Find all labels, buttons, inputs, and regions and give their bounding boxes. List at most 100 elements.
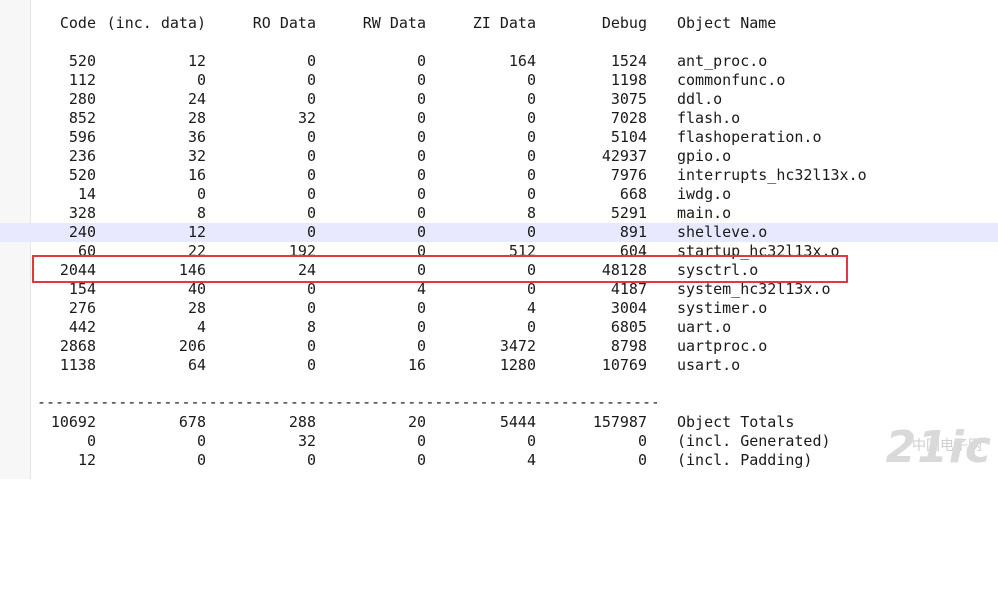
- cell-debug: 7028: [610, 109, 647, 127]
- cell-debug: 7976: [610, 166, 647, 184]
- cell-rw: 0: [416, 299, 426, 317]
- totals-row: 12 0 0 0 4 0 (incl. Padding): [0, 451, 998, 470]
- cell-inc: 16: [187, 166, 206, 184]
- cell-inc: 0: [196, 71, 206, 89]
- cell-rw: 0: [416, 451, 426, 469]
- cell-zi: 0: [526, 109, 536, 127]
- cell-inc: 64: [187, 356, 206, 374]
- cell-code: 240: [68, 223, 96, 241]
- cell-object-name: (incl. Padding): [677, 451, 813, 469]
- table-row-selected[interactable]: 240 12 0 0 0 891 shelleve.o: [0, 223, 998, 242]
- cell-rw: 0: [416, 223, 426, 241]
- cell-code: 328: [68, 204, 96, 222]
- table-row: 1138 64 0 16 1280 10769 usart.o: [0, 356, 998, 375]
- cell-ro: 0: [306, 185, 316, 203]
- cell-debug: 5104: [610, 128, 647, 146]
- table-row: 236 32 0 0 0 42937 gpio.o: [0, 147, 998, 166]
- cell-code: 12: [77, 451, 96, 469]
- cell-zi: 0: [526, 223, 536, 241]
- cell-inc: 0: [196, 185, 206, 203]
- table-row: 112 0 0 0 0 1198 commonfunc.o: [0, 71, 998, 90]
- cell-rw: 0: [416, 432, 426, 450]
- cell-ro: 0: [306, 71, 316, 89]
- cell-zi: 0: [526, 185, 536, 203]
- table-row: 280 24 0 0 0 3075 ddl.o: [0, 90, 998, 109]
- cell-rw: 0: [416, 109, 426, 127]
- cell-zi: 0: [526, 147, 536, 165]
- cell-code: 520: [68, 52, 96, 70]
- cell-ro: 0: [306, 337, 316, 355]
- col-zi-data: ZI Data: [472, 14, 536, 32]
- cell-inc: 0: [196, 451, 206, 469]
- cell-inc: 678: [178, 413, 206, 431]
- cell-ro: 8: [306, 318, 316, 336]
- cell-zi: 5444: [499, 413, 536, 431]
- cell-code: 10692: [50, 413, 96, 431]
- cell-code: 520: [68, 166, 96, 184]
- cell-object-name: uartproc.o: [677, 337, 768, 355]
- cell-object-name: flash.o: [677, 109, 741, 127]
- cell-inc: 32: [187, 147, 206, 165]
- cell-code: 596: [68, 128, 96, 146]
- cell-debug: 6805: [610, 318, 647, 336]
- cell-object-name: commonfunc.o: [677, 71, 786, 89]
- table-row: 520 12 0 0 164 1524 ant_proc.o: [0, 52, 998, 71]
- cell-rw: 0: [416, 71, 426, 89]
- col-debug: Debug: [601, 14, 647, 32]
- cell-object-name: ddl.o: [677, 90, 723, 108]
- col-rw-data: RW Data: [362, 14, 426, 32]
- cell-debug: 3004: [610, 299, 647, 317]
- cell-ro: 32: [297, 432, 316, 450]
- cell-rw: 16: [407, 356, 426, 374]
- cell-zi: 0: [526, 128, 536, 146]
- cell-debug: 1524: [610, 52, 647, 70]
- cell-object-name: gpio.o: [677, 147, 732, 165]
- col-inc-data: (inc. data): [106, 14, 206, 32]
- cell-object-name: iwdg.o: [677, 185, 732, 203]
- cell-code: 1138: [59, 356, 96, 374]
- cell-zi: 4: [526, 299, 536, 317]
- cell-rw: 0: [416, 128, 426, 146]
- cell-zi: 164: [508, 52, 536, 70]
- table-header: Code (inc. data) RO Data RW Data ZI Data…: [0, 14, 998, 33]
- cell-inc: 12: [187, 223, 206, 241]
- cell-code: 0: [86, 432, 96, 450]
- cell-ro: 0: [306, 147, 316, 165]
- cell-ro: 0: [306, 223, 316, 241]
- table-row: 520 16 0 0 0 7976 interrupts_hc32l13x.o: [0, 166, 998, 185]
- table-row: 328 8 0 0 8 5291 main.o: [0, 204, 998, 223]
- table-row: 14 0 0 0 0 668 iwdg.o: [0, 185, 998, 204]
- cell-inc: 36: [187, 128, 206, 146]
- cell-ro: 0: [306, 451, 316, 469]
- table-row: 276 28 0 0 4 3004 systimer.o: [0, 299, 998, 318]
- cell-rw: 0: [416, 204, 426, 222]
- cell-code: 852: [68, 109, 96, 127]
- table-row: 596 36 0 0 0 5104 flashoperation.o: [0, 128, 998, 147]
- cell-ro: 0: [306, 128, 316, 146]
- cell-rw: 0: [416, 185, 426, 203]
- cell-zi: 0: [526, 432, 536, 450]
- cell-zi: 0: [526, 71, 536, 89]
- cell-inc: 8: [196, 204, 206, 222]
- cell-zi: 4: [526, 451, 536, 469]
- cell-inc: 4: [196, 318, 206, 336]
- table-row: 442 4 8 0 0 6805 uart.o: [0, 318, 998, 337]
- cell-code: 2868: [59, 337, 96, 355]
- cell-object-name: ant_proc.o: [677, 52, 768, 70]
- separator-line: ----------------------------------------…: [37, 393, 657, 411]
- cell-object-name: interrupts_hc32l13x.o: [677, 166, 867, 184]
- cell-ro: 0: [306, 299, 316, 317]
- cell-object-name: flashoperation.o: [677, 128, 822, 146]
- cell-object-name: main.o: [677, 204, 732, 222]
- cell-zi: 3472: [499, 337, 536, 355]
- cell-debug: 668: [619, 185, 647, 203]
- cell-ro: 0: [306, 166, 316, 184]
- cell-debug: 5291: [610, 204, 647, 222]
- cell-debug: 1198: [610, 71, 647, 89]
- cell-inc: 206: [178, 337, 206, 355]
- cell-inc: 28: [187, 109, 206, 127]
- table-row: 852 28 32 0 0 7028 flash.o: [0, 109, 998, 128]
- cell-ro: 288: [288, 413, 316, 431]
- cell-rw: 0: [416, 147, 426, 165]
- col-object-name: Object Name: [677, 14, 777, 32]
